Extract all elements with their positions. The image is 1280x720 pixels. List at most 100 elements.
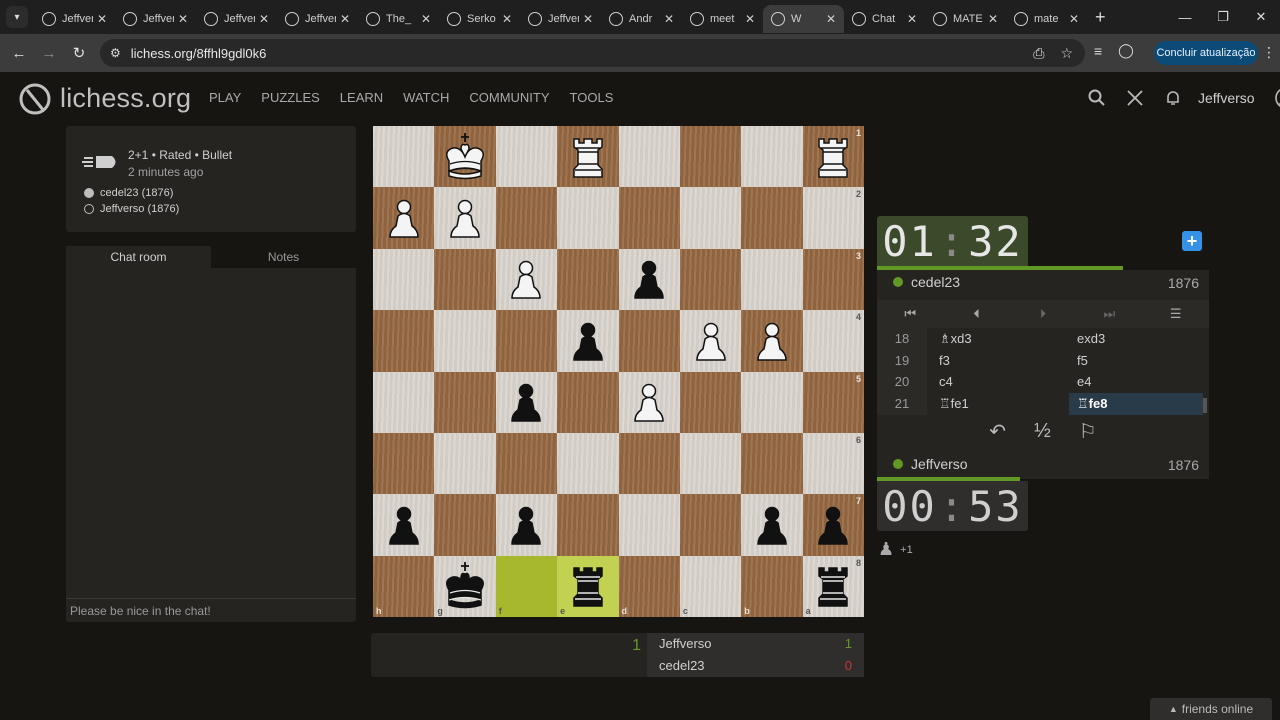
tab-search-button[interactable]: ▾ [6,6,28,28]
board-square[interactable] [434,310,496,372]
browser-tab[interactable]: Jeffverso ✕ [277,5,358,33]
tab-close-icon[interactable]: ✕ [745,12,755,26]
nav-item-play[interactable]: PLAY [209,90,241,105]
board-square[interactable] [495,126,558,188]
browser-tab[interactable]: W ✕ [763,5,844,33]
reload-button[interactable]: ↻ [64,44,94,62]
bookmark-star-icon[interactable]: ☆ [1060,45,1073,62]
browser-tab[interactable]: meet ✕ [682,5,763,33]
browser-tab[interactable]: Jeffverso ✕ [196,5,277,33]
last-move-icon[interactable]: ⏭ [1089,306,1129,322]
white-player-row[interactable]: cedel23 (1876) [84,187,173,199]
board-square[interactable] [434,248,496,311]
black-player-row[interactable]: Jeffverso (1876) [84,203,179,215]
white-rook-icon[interactable] [807,131,859,183]
board-square[interactable] [679,126,742,188]
board-square[interactable] [495,494,558,556]
white-pawn-icon[interactable] [378,192,430,244]
board-square[interactable] [373,494,435,556]
white-move[interactable]: f3 [939,350,950,372]
black-move[interactable]: f5 [1069,350,1203,372]
board-square[interactable] [495,248,558,311]
minimize-button[interactable]: — [1166,0,1204,34]
board-square[interactable]: 7 [802,494,864,556]
search-icon[interactable] [1088,89,1106,107]
white-pawn-icon[interactable] [623,376,675,428]
board-square[interactable] [679,187,742,249]
menu-icon[interactable]: ☰ [1156,306,1196,322]
board-square[interactable] [741,494,803,556]
board-square[interactable] [373,371,435,433]
board-square[interactable]: g [434,555,496,617]
board-square[interactable]: h [373,555,435,617]
board-square[interactable] [679,371,742,433]
browser-tab[interactable]: Jeffverso ✕ [520,5,601,33]
nav-item-puzzles[interactable]: PUZZLES [261,90,320,105]
nav-item-learn[interactable]: LEARN [340,90,383,105]
maximize-button[interactable]: ❐ [1204,0,1242,34]
board-square[interactable] [373,432,435,495]
white-pawn-icon[interactable] [439,192,491,244]
crosstable-player[interactable]: cedel23 0 [647,655,864,677]
offer-draw-button[interactable]: ½ [1034,420,1051,443]
board-square[interactable] [495,187,558,249]
tab-close-icon[interactable]: ✕ [178,12,188,26]
address-bar[interactable]: ⚙ lichess.org/8ffhl9gdl0k6 ⎙ ☆ [100,39,1085,67]
board-square[interactable]: c [679,555,742,617]
board-square[interactable]: 1 [802,126,864,188]
board-square[interactable] [618,432,680,495]
tab-close-icon[interactable]: ✕ [826,12,836,26]
board-square[interactable] [618,248,680,311]
new-tab-button[interactable]: + [1095,7,1106,28]
nav-item-tools[interactable]: TOOLS [570,90,614,105]
board-square[interactable] [679,310,742,372]
game-time-ago[interactable]: 2 minutes ago [128,165,203,179]
prev-move-icon[interactable]: ⏴ [957,306,997,322]
swords-icon[interactable] [1126,89,1144,107]
white-rook-icon[interactable] [562,131,614,183]
chess-board[interactable]: 1234567hgfedcb8a [373,126,864,617]
browser-tab[interactable]: Chat ✕ [844,5,925,33]
black-pawn-icon[interactable] [807,499,859,551]
board-square[interactable]: 3 [802,248,864,311]
tab-close-icon[interactable]: ✕ [340,12,350,26]
board-square[interactable] [434,187,496,249]
update-button[interactable]: Concluir atualização [1154,41,1258,65]
move-list-scrollbar[interactable] [1203,398,1207,413]
browser-tab[interactable]: Jeffverso ✕ [34,5,115,33]
board-square[interactable] [741,126,803,188]
black-pawn-icon[interactable] [500,376,552,428]
crosstable-player[interactable]: Jeffverso 1 [647,633,864,655]
board-square[interactable] [618,371,680,433]
board-square[interactable] [557,187,619,249]
board-square[interactable]: 2 [802,187,864,249]
profile-icon[interactable]: ◯ [1118,42,1134,59]
tab-close-icon[interactable]: ✕ [502,12,512,26]
takeback-icon[interactable]: ↶ [989,419,1006,444]
board-square[interactable] [741,187,803,249]
board-square[interactable]: 4 [802,310,864,372]
board-square[interactable] [741,248,803,311]
first-move-icon[interactable]: ⏮ [890,306,930,322]
board-square[interactable]: 6 [802,432,864,495]
white-move[interactable]: ♗xd3 [939,328,972,350]
user-avatar-icon[interactable] [1274,87,1280,109]
board-square[interactable] [741,310,803,372]
black-pawn-icon[interactable] [746,499,798,551]
nav-item-community[interactable]: COMMUNITY [469,90,549,105]
board-square[interactable] [557,494,619,556]
browser-tab[interactable]: Serko ✕ [439,5,520,33]
black-pawn-icon[interactable] [562,315,614,367]
browser-tab[interactable]: Andr ✕ [601,5,682,33]
board-square[interactable] [618,126,680,188]
tab-close-icon[interactable]: ✕ [583,12,593,26]
black-pawn-icon[interactable] [500,499,552,551]
board-square[interactable] [373,126,435,188]
nav-item-watch[interactable]: WATCH [403,90,449,105]
white-pawn-icon[interactable] [685,315,737,367]
board-square[interactable] [434,494,496,556]
bell-icon[interactable] [1164,89,1182,107]
board-square[interactable]: d [618,555,680,617]
tab-close-icon[interactable]: ✕ [259,12,269,26]
board-square[interactable] [373,310,435,372]
